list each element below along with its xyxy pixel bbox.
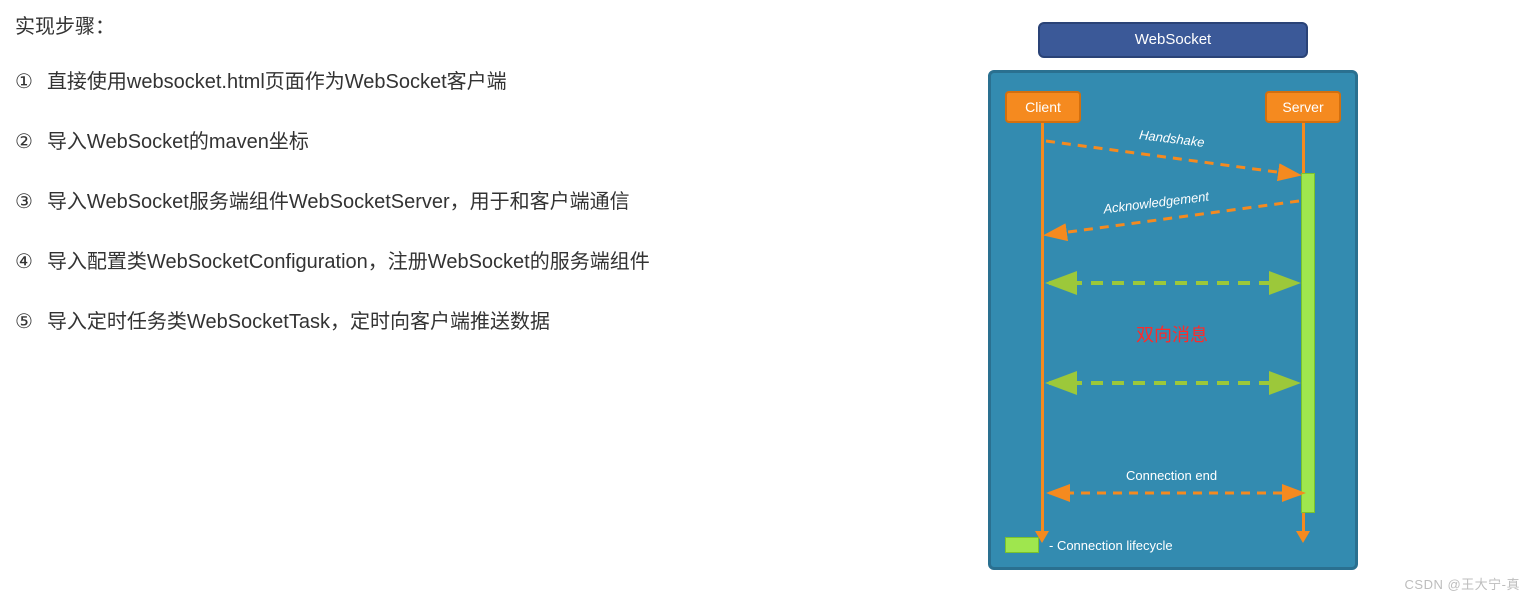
step-item: ⑤ 导入定时任务类WebSocketTask，定时向客户端推送数据 [15, 307, 915, 337]
step-number: ⑤ [15, 307, 33, 337]
step-number: ② [15, 127, 33, 157]
steps-panel: 实现步骤： ① 直接使用websocket.html页面作为WebSocket客户… [15, 10, 915, 367]
step-number: ④ [15, 247, 33, 277]
step-text: 导入WebSocket的maven坐标 [47, 131, 309, 153]
step-item: ② 导入WebSocket的maven坐标 [15, 127, 915, 157]
step-number: ③ [15, 187, 33, 217]
diagram-body: Client Server [988, 70, 1358, 570]
ack-label: Acknowledgement [1102, 189, 1209, 217]
client-lifeline [1041, 123, 1044, 533]
connection-end-label: Connection end [1126, 468, 1217, 483]
websocket-diagram: WebSocket Client Server [988, 10, 1358, 570]
bidi-message-label: 双向消息 [1136, 321, 1208, 347]
legend: - Connection lifecycle [1005, 537, 1173, 553]
server-node: Server [1265, 91, 1341, 123]
step-text: 导入WebSocket服务端组件WebSocketServer，用于和客户端通信 [47, 191, 630, 213]
diagram-title: WebSocket [1038, 22, 1308, 58]
steps-heading: 实现步骤： [15, 10, 915, 39]
step-text: 导入配置类WebSocketConfiguration，注册WebSocket的… [47, 251, 650, 273]
step-number: ① [15, 67, 33, 97]
step-item: ③ 导入WebSocket服务端组件WebSocketServer，用于和客户端通… [15, 187, 915, 217]
legend-text: - Connection lifecycle [1049, 538, 1173, 553]
step-item: ① 直接使用websocket.html页面作为WebSocket客户端 [15, 67, 915, 97]
client-node: Client [1005, 91, 1081, 123]
step-text: 导入定时任务类WebSocketTask，定时向客户端推送数据 [47, 311, 550, 333]
legend-swatch-icon [1005, 537, 1039, 553]
lifecycle-bar [1301, 173, 1315, 513]
handshake-label: Handshake [1138, 127, 1205, 150]
step-item: ④ 导入配置类WebSocketConfiguration，注册WebSocket… [15, 247, 915, 277]
watermark: CSDN @王大宁-真 [1405, 574, 1520, 593]
step-text: 直接使用websocket.html页面作为WebSocket客户端 [47, 71, 507, 93]
